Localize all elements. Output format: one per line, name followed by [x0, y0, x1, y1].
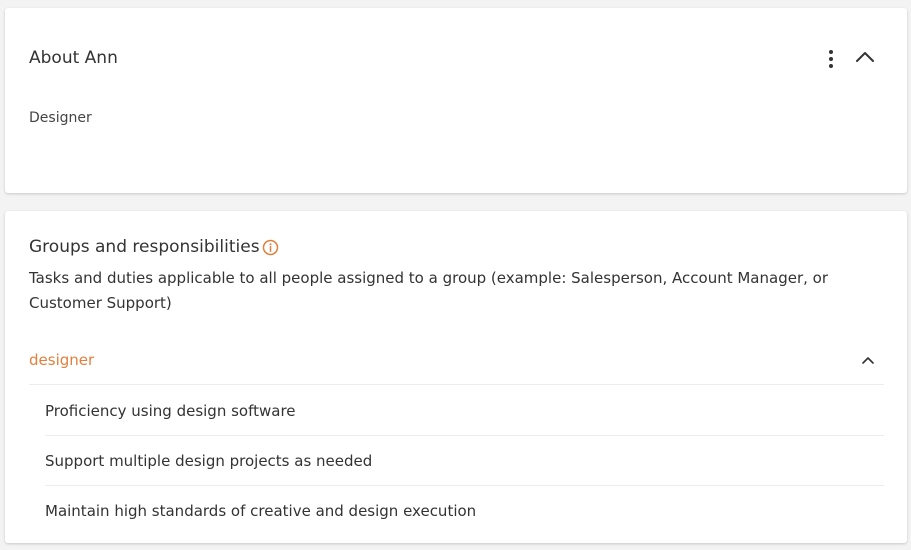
responsibility-list: Proficiency using design software Suppor… [45, 386, 884, 536]
about-card: About Ann Designer [5, 8, 907, 193]
group-name: designer [29, 351, 95, 369]
chevron-up-icon[interactable] [853, 45, 877, 69]
responsibility-item: Support multiple design projects as need… [45, 436, 884, 486]
responsibility-item: Proficiency using design software [45, 386, 884, 436]
groups-title-row: Groups and responsibilities [29, 237, 279, 257]
about-role: Designer [29, 110, 92, 126]
groups-card: Groups and responsibilities Tasks and du… [5, 211, 907, 543]
group-header-designer[interactable]: designer [29, 341, 884, 385]
chevron-up-icon[interactable] [860, 352, 876, 368]
groups-description: Tasks and duties applicable to all peopl… [29, 269, 828, 312]
about-title: About Ann [29, 48, 118, 68]
groups-title: Groups and responsibilities [29, 237, 260, 257]
kebab-menu-icon[interactable] [819, 47, 843, 71]
info-icon[interactable] [262, 239, 279, 256]
responsibility-item: Maintain high standards of creative and … [45, 502, 477, 520]
